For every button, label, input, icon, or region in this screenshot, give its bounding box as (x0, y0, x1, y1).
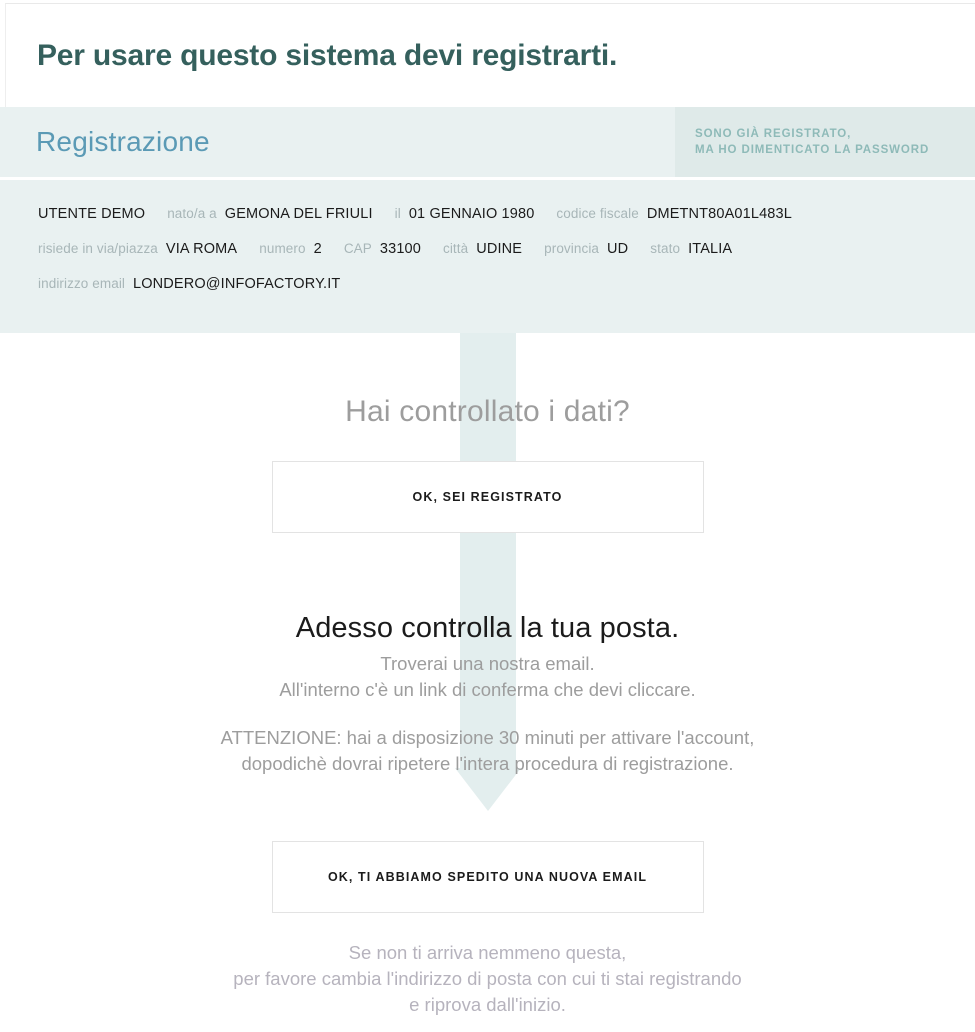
field-label-citta: città (442, 241, 469, 256)
page-title: Per usare questo sistema devi registrart… (37, 39, 618, 72)
summary-row-email: indirizzo email LONDERO@INFOFACTORY.IT (38, 276, 975, 292)
field-label-email: indirizzo email (38, 276, 126, 291)
field-label-numero: numero (259, 241, 306, 256)
field-value-stato: ITALIA (688, 241, 733, 257)
field-label-provincia: provincia (544, 241, 600, 256)
mail-check-subtext: Troverai una nostra email. All'interno c… (0, 651, 975, 703)
mail-check-headline: Adesso controlla la tua posta. (295, 612, 680, 644)
field-label-codice-fiscale: codice fiscale (556, 206, 639, 221)
mail-check-warn-line1: ATTENZIONE: hai a disposizione 30 minuti… (220, 727, 755, 748)
summary-row-address: risiede in via/piazza VIA ROMA numero 2 … (38, 241, 975, 257)
mail-check-warning: ATTENZIONE: hai a disposizione 30 minuti… (0, 725, 975, 777)
tab-bar: Registrazione SONO GIÀ REGISTRATO, MA HO… (0, 107, 975, 177)
tab-forgot-password[interactable]: SONO GIÀ REGISTRATO, MA HO DIMENTICATO L… (675, 107, 975, 177)
resend-footer-line3: e riprova dall'inizio. (409, 994, 566, 1015)
field-value-nome: UTENTE DEMO (38, 206, 146, 222)
page-header: Per usare questo sistema devi registrart… (5, 3, 975, 107)
field-value-numero: 2 (313, 241, 322, 257)
resend-footer-line2: per favore cambia l'indirizzo di posta c… (233, 968, 742, 989)
confirm-registration-button[interactable]: OK, SEI REGISTRATO (271, 461, 704, 533)
tab-registrazione[interactable]: Registrazione (36, 107, 210, 177)
field-label-cap: CAP (343, 241, 372, 256)
registration-summary-panel: UTENTE DEMO nato/a a GEMONA DEL FRIULI i… (0, 180, 975, 333)
field-label-luogo-nascita: nato/a a (167, 206, 217, 221)
mail-check-sub-line1: Troverai una nostra email. (380, 653, 595, 674)
field-value-via: VIA ROMA (165, 241, 238, 257)
field-value-luogo-nascita: GEMONA DEL FRIULI (224, 206, 373, 222)
resend-email-button[interactable]: OK, TI ABBIAMO SPEDITO UNA NUOVA EMAIL (271, 841, 704, 913)
mail-check-sub-line2: All'interno c'è un link di conferma che … (279, 679, 696, 700)
mail-check-warn-line2: dopodichè dovrai ripetere l'intera proce… (241, 753, 734, 774)
tab-forgot-password-line1: SONO GIÀ REGISTRATO, (695, 128, 852, 140)
field-label-data-nascita: il (394, 206, 401, 221)
field-value-email: LONDERO@INFOFACTORY.IT (133, 276, 341, 292)
field-value-data-nascita: 01 GENNAIO 1980 (408, 206, 535, 222)
resend-footer-line1: Se non ti arriva nemmeno questa, (348, 942, 627, 963)
registration-page: Per usare questo sistema devi registrart… (0, 0, 975, 1032)
field-label-stato: stato (650, 241, 681, 256)
tab-forgot-password-line2: MA HO DIMENTICATO LA PASSWORD (695, 144, 930, 156)
field-value-codice-fiscale: DMETNT80A01L483L (646, 206, 792, 222)
main-content: Hai controllato i dati? OK, SEI REGISTRA… (0, 333, 975, 1018)
field-label-via: risiede in via/piazza (38, 241, 158, 256)
field-value-provincia: UD (607, 241, 629, 257)
confirm-question: Hai controllato i dati? (345, 395, 630, 428)
resend-footer-note: Se non ti arriva nemmeno questa, per fav… (0, 940, 975, 1018)
field-value-citta: UDINE (476, 241, 523, 257)
summary-row-personal: UTENTE DEMO nato/a a GEMONA DEL FRIULI i… (38, 206, 975, 222)
tab-registrazione-label: Registrazione (36, 126, 210, 157)
field-value-cap: 33100 (379, 241, 421, 257)
